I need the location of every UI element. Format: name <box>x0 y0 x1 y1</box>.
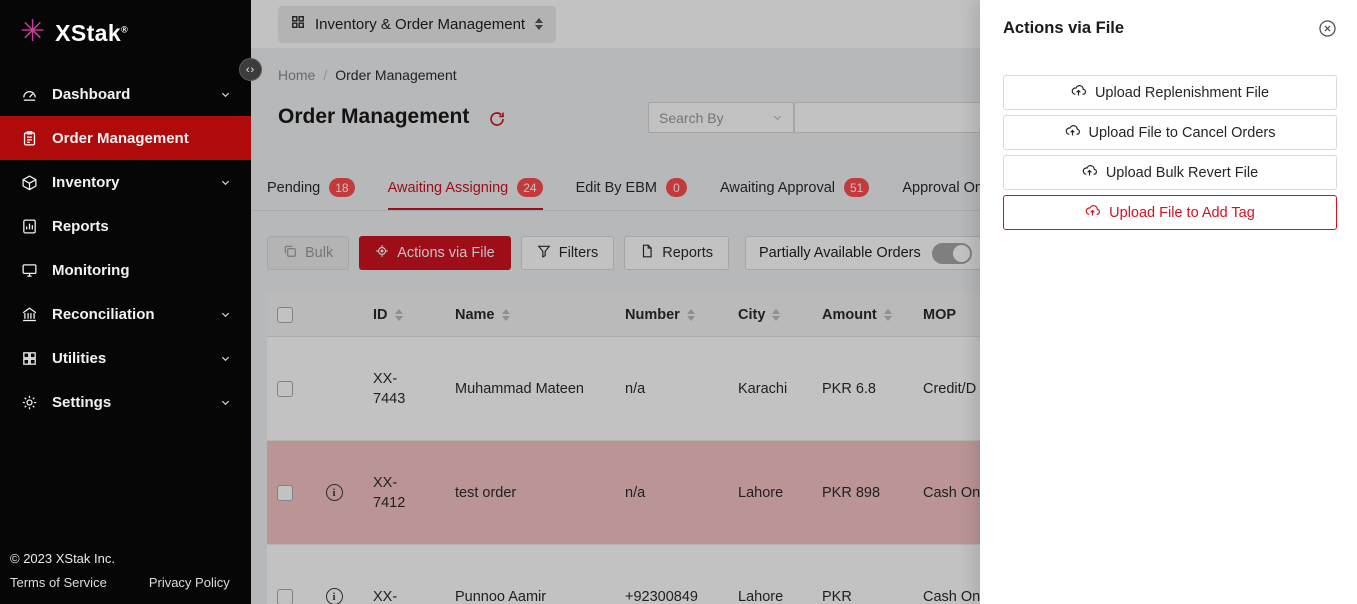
sidebar-item-label: Dashboard <box>52 86 206 103</box>
sidebar-item-reconciliation[interactable]: Reconciliation <box>0 292 251 336</box>
upload-replenishment-file-button[interactable]: Upload Replenishment File <box>1003 75 1337 110</box>
sidebar-nav: Dashboard Order Management Inventory <box>0 68 251 541</box>
dashboard-icon <box>20 85 38 103</box>
cloud-upload-icon <box>1085 203 1100 222</box>
privacy-policy-link[interactable]: Privacy Policy <box>149 575 230 590</box>
chevron-down-icon <box>220 397 231 408</box>
actions-via-file-drawer: Actions via File Upload Replenishment Fi… <box>980 0 1357 604</box>
sidebar-item-label: Reports <box>52 218 231 235</box>
sidebar-item-settings[interactable]: Settings <box>0 380 251 424</box>
sidebar-item-utilities[interactable]: Utilities <box>0 336 251 380</box>
logo: ✳ XStak® <box>0 0 251 68</box>
utilities-icon <box>20 349 38 367</box>
cloud-upload-icon <box>1071 83 1086 102</box>
settings-gear-icon <box>20 393 38 411</box>
terms-of-service-link[interactable]: Terms of Service <box>10 575 107 590</box>
drawer-header: Actions via File <box>980 0 1357 56</box>
sidebar-item-inventory[interactable]: Inventory <box>0 160 251 204</box>
upload-file-to-add-tag-button[interactable]: Upload File to Add Tag <box>1003 195 1337 230</box>
app-window: ✳ XStak® ‹› Dashboard Order Management <box>0 0 1357 604</box>
upload-file-to-cancel-orders-button[interactable]: Upload File to Cancel Orders <box>1003 115 1337 150</box>
drawer-body: Upload Replenishment File Upload File to… <box>980 56 1357 230</box>
registered-mark: ® <box>121 24 128 34</box>
reports-icon <box>20 217 38 235</box>
order-management-icon <box>20 129 38 147</box>
sidebar-item-label: Monitoring <box>52 262 231 279</box>
sidebar-item-label: Reconciliation <box>52 306 206 323</box>
sidebar-item-label: Order Management <box>52 130 231 147</box>
cloud-upload-icon <box>1082 163 1097 182</box>
sidebar: ✳ XStak® ‹› Dashboard Order Management <box>0 0 251 604</box>
sidebar-item-label: Inventory <box>52 174 206 191</box>
reconciliation-icon <box>20 305 38 323</box>
chevron-down-icon <box>220 89 231 100</box>
xstak-logo-icon: ✳ <box>20 16 45 48</box>
sidebar-footer: © 2023 XStak Inc. Terms of Service Priva… <box>0 541 251 604</box>
sidebar-item-dashboard[interactable]: Dashboard <box>0 72 251 116</box>
sidebar-item-monitoring[interactable]: Monitoring <box>0 248 251 292</box>
sidebar-item-order-management[interactable]: Order Management <box>0 116 251 160</box>
inventory-icon <box>20 173 38 191</box>
drawer-title: Actions via File <box>1003 19 1124 38</box>
sidebar-item-reports[interactable]: Reports <box>0 204 251 248</box>
sidebar-item-label: Settings <box>52 394 206 411</box>
monitoring-icon <box>20 261 38 279</box>
sidebar-item-label: Utilities <box>52 350 206 367</box>
close-icon[interactable] <box>1318 19 1337 38</box>
upload-bulk-revert-file-button[interactable]: Upload Bulk Revert File <box>1003 155 1337 190</box>
copyright-text: © 2023 XStak Inc. <box>10 551 241 566</box>
chevron-down-icon <box>220 177 231 188</box>
logo-text: XStak <box>55 20 121 46</box>
chevron-down-icon <box>220 353 231 364</box>
chevron-down-icon <box>220 309 231 320</box>
cloud-upload-icon <box>1065 123 1080 142</box>
sidebar-collapse-button[interactable]: ‹› <box>239 58 262 81</box>
